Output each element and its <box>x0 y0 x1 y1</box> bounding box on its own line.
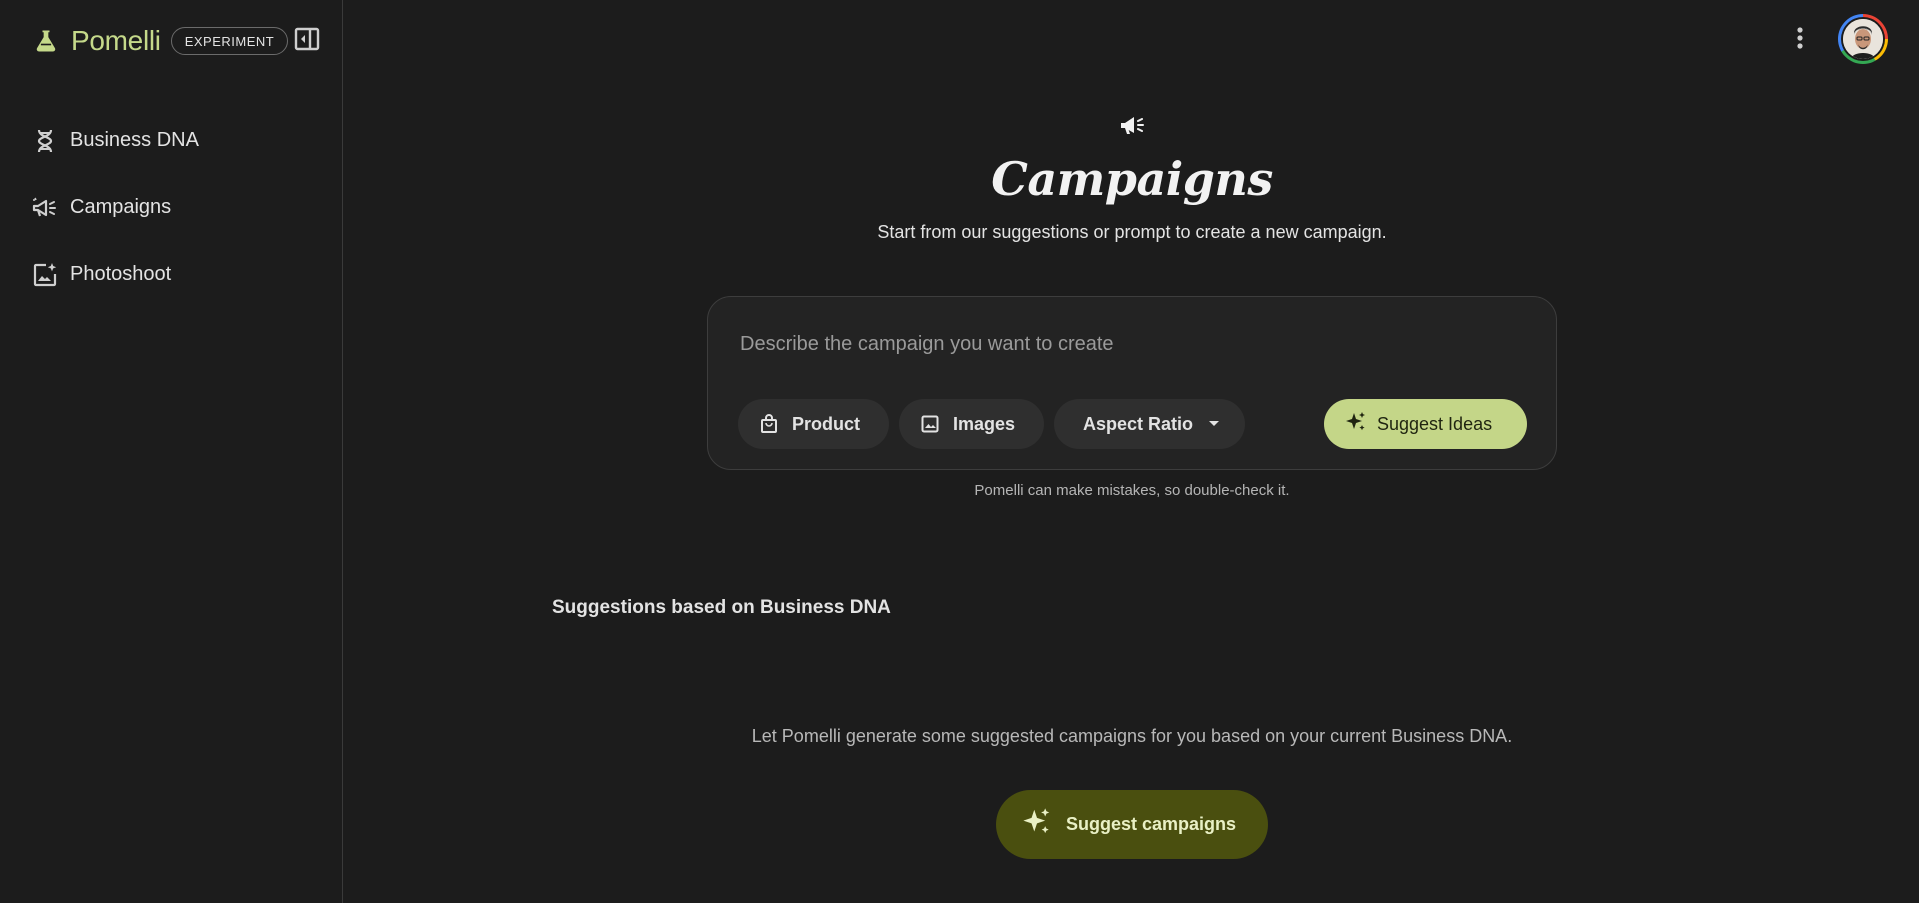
campaign-prompt-input[interactable] <box>740 327 1520 361</box>
sparkle-icon <box>1022 807 1052 842</box>
suggest-campaigns-button[interactable]: Suggest campaigns <box>996 790 1268 859</box>
sparkle-icon <box>1345 411 1367 438</box>
suggestions-section-title: Suggestions based on Business DNA <box>552 597 891 618</box>
photoshoot-icon <box>30 260 60 290</box>
more-options-button[interactable] <box>1786 22 1814 58</box>
sidebar: Pomelli EXPERIMENT Business DNA Campaign… <box>0 0 343 903</box>
aspect-ratio-dropdown[interactable]: Aspect Ratio <box>1054 399 1245 449</box>
experiment-badge: EXPERIMENT <box>170 27 289 55</box>
page-subtitle: Start from our suggestions or prompt to … <box>877 222 1387 242</box>
image-icon <box>919 413 941 435</box>
arrow-drop-down-icon <box>1207 417 1221 431</box>
ai-disclaimer: Pomelli can make mistakes, so double-che… <box>974 482 1290 499</box>
suggest-ideas-button[interactable]: Suggest Ideas <box>1324 399 1527 449</box>
dna-icon <box>30 126 60 156</box>
images-chip-button[interactable]: Images <box>899 399 1044 449</box>
sidebar-nav: Business DNA Campaigns Photoshoot <box>0 107 343 308</box>
shopping-bag-icon <box>758 413 780 435</box>
suggest-ideas-label: Suggest Ideas <box>1377 413 1493 434</box>
campaign-prompt-card: Product Images Aspect Ratio Suggest Idea… <box>707 296 1557 470</box>
product-chip-button[interactable]: Product <box>738 399 889 449</box>
collapse-sidebar-button[interactable] <box>293 27 321 56</box>
more-vert-icon <box>1796 26 1804 55</box>
brand[interactable]: Pomelli EXPERIMENT <box>30 22 289 60</box>
app-name: Pomelli <box>71 25 161 56</box>
collapse-sidebar-icon <box>294 27 320 56</box>
campaign-megaphone-icon <box>1117 112 1147 140</box>
product-chip-label: Product <box>792 413 861 434</box>
avatar-image <box>1843 19 1883 59</box>
sidebar-item-photoshoot[interactable]: Photoshoot <box>0 241 343 308</box>
suggestions-empty-text: Let Pomelli generate some suggested camp… <box>751 726 1513 746</box>
aspect-ratio-label: Aspect Ratio <box>1083 413 1194 434</box>
suggest-campaigns-label: Suggest campaigns <box>1066 814 1237 834</box>
images-chip-label: Images <box>953 413 1016 434</box>
sidebar-item-label: Business DNA <box>70 129 199 151</box>
sidebar-item-label: Photoshoot <box>70 263 172 285</box>
user-avatar[interactable] <box>1838 14 1888 64</box>
flask-logo-icon <box>30 25 62 57</box>
page-title: Campaigns <box>991 152 1273 206</box>
